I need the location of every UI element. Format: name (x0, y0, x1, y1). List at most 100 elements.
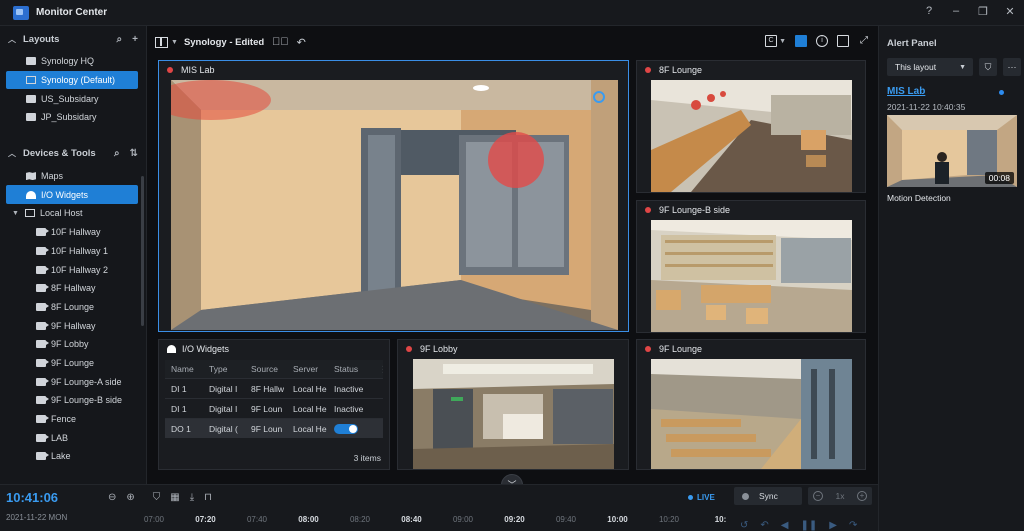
sidebar-item-camera[interactable]: LAB (0, 428, 146, 447)
chevron-down-icon[interactable]: ▼ (779, 38, 786, 45)
add-icon[interactable]: + (132, 34, 138, 45)
camera-tile-8f-lounge[interactable]: 8F Lounge (636, 60, 866, 193)
column-header[interactable]: Status (328, 364, 373, 374)
sidebar-item-label: JP_Subsidary (41, 112, 97, 123)
sidebar-item-tool[interactable]: I/O Widgets (6, 185, 138, 205)
search-icon[interactable]: ⌕ (114, 148, 120, 159)
speed-decrease-icon[interactable]: − (813, 491, 823, 501)
close-icon[interactable]: ✕ (1004, 5, 1016, 18)
sidebar-item-local-host[interactable]: ▼ Local Host (0, 204, 146, 223)
column-header[interactable]: Type (203, 364, 245, 374)
devices-section-header[interactable]: ︿ Devices & Tools ⌕ ⇅ (0, 141, 146, 167)
recording-dot-icon (406, 345, 412, 352)
sidebar-item-camera[interactable]: 9F Lounge-A side (0, 372, 146, 391)
sidebar-item-layout[interactable]: Synology HQ (0, 52, 146, 71)
sidebar-scrollbar[interactable] (141, 176, 144, 326)
zoom-in-icon[interactable]: ⊕ (126, 492, 134, 503)
more-vertical-icon[interactable]: ⋮ (373, 364, 383, 375)
caret-down-icon[interactable]: ▼ (12, 210, 19, 217)
bookmark-icon[interactable]: ⊓ (204, 492, 212, 503)
timeline-tick-label: 08:20 (349, 515, 371, 524)
camera-feed-8f-lounge[interactable] (651, 80, 852, 192)
previous-icon[interactable]: ↶ (760, 520, 768, 531)
help-icon[interactable]: ? (923, 5, 935, 18)
sidebar-item-label: Synology (Default) (41, 75, 116, 86)
table-row[interactable]: DI 1 Digital I 8F Hallw Local He Inactiv… (165, 378, 383, 398)
camera-feed-9f-lounge-b-side[interactable] (651, 220, 852, 332)
rewind-icon[interactable]: ↺ (740, 520, 748, 531)
chevron-up-icon[interactable]: ︿ (8, 34, 16, 45)
camera-feed-9f-lounge[interactable] (651, 359, 852, 469)
sidebar-item-camera[interactable]: 10F Hallway (0, 223, 146, 242)
sidebar-item-camera[interactable]: 9F Lobby (0, 335, 146, 354)
cell-server: Local He (293, 403, 327, 414)
pause-icon[interactable]: ❚❚ (800, 520, 817, 531)
table-row[interactable]: DI 1 Digital I 9F Loun Local He Inactive (165, 398, 383, 418)
layout-toggle-icon[interactable] (795, 35, 807, 47)
sidebar-item-camera[interactable]: 10F Hallway 2 (0, 260, 146, 279)
io-widget-table: Name Type Source Server Status ⋮ DI 1 Di… (165, 360, 383, 438)
current-date: 2021-11-22 MON (6, 513, 68, 522)
sidebar-item-layout[interactable]: Synology (Default) (6, 70, 138, 90)
minimize-icon[interactable]: – (950, 5, 962, 18)
search-icon[interactable]: ⌕ (117, 34, 123, 45)
forward-icon[interactable]: ↷ (849, 520, 857, 531)
info-icon[interactable]: i (816, 35, 828, 47)
column-header[interactable]: Server (287, 364, 328, 374)
layout-grid-icon[interactable] (155, 36, 168, 48)
restore-icon[interactable]: ❐ (977, 5, 989, 18)
camera-feed-9f-lobby[interactable] (413, 359, 614, 469)
filter-icon[interactable]: ⛉ (979, 58, 997, 76)
undo-icon[interactable]: ↶ (297, 36, 306, 49)
live-indicator[interactable]: LIVE (688, 493, 715, 502)
io-widget-tile[interactable]: I/O Widgets Name Type Source Server Stat… (158, 339, 390, 470)
camera-tile-9f-lounge[interactable]: 9F Lounge (636, 339, 866, 470)
more-options-icon[interactable]: ··· (1003, 58, 1021, 76)
sidebar-item-camera[interactable]: 9F Hallway (0, 316, 146, 335)
sidebar-item-layout[interactable]: JP_Subsidary (0, 108, 146, 127)
camera-tile-9f-lobby[interactable]: 9F Lobby (397, 339, 629, 470)
sidebar-item-camera[interactable]: 10F Hallway 1 (0, 242, 146, 261)
chevron-down-icon[interactable]: ▼ (171, 39, 178, 46)
sidebar-item-tool[interactable]: Maps (0, 167, 146, 186)
step-forward-icon[interactable]: ▶ (829, 520, 837, 531)
timeline-ticks[interactable]: 07:00 07:20 07:40 08:00 08:20 08:40 09:00 09:20… (140, 515, 726, 529)
sidebar-item-layout[interactable]: US_Subsidary (0, 89, 146, 108)
camera-icon (36, 284, 49, 293)
layouts-section-header[interactable]: ︿ Layouts ⌕ + (0, 26, 146, 52)
column-header[interactable]: Name (165, 364, 203, 374)
alert-filter-select[interactable]: This layout ▼ (887, 58, 973, 76)
camera-feed-mis-lab[interactable] (171, 80, 618, 330)
column-header[interactable]: Source (245, 364, 287, 374)
sidebar-item-camera[interactable]: Fence (0, 410, 146, 429)
sort-icon[interactable]: ⇅ (130, 148, 138, 159)
chevron-up-icon[interactable]: ︿ (8, 148, 16, 159)
output-toggle[interactable] (334, 423, 358, 434)
step-back-icon[interactable]: ◀ (781, 520, 789, 531)
camera-tile-mis-lab[interactable]: MIS Lab (158, 60, 629, 332)
sync-button[interactable]: Sync (734, 487, 802, 505)
sidebar-item-camera[interactable]: 9F Lounge-B side (0, 391, 146, 410)
sidebar-item-camera[interactable]: Lake (0, 447, 146, 466)
sidebar-item-label: 10F Hallway 1 (51, 245, 109, 256)
camera-icon (36, 228, 49, 237)
zoom-out-icon[interactable]: ⊖ (108, 492, 116, 503)
sidebar-item-camera[interactable]: 8F Hallway (0, 279, 146, 298)
save-check-icon[interactable]: ✓⃝ (272, 36, 289, 48)
timeline-tick-label: 07:20 (195, 515, 216, 524)
alert-event-title[interactable]: MIS Lab (887, 86, 925, 97)
alert-event-thumbnail[interactable]: 00:08 (887, 115, 1017, 187)
table-row[interactable]: DO 1 Digital ( 9F Loun Local He (165, 418, 383, 438)
speed-increase-icon[interactable]: + (856, 491, 867, 501)
camera-tile-9f-lounge-b-side[interactable]: 9F Lounge-B side (636, 200, 866, 333)
download-icon[interactable]: ⤓ (190, 492, 194, 503)
sidebar-item-camera[interactable]: 9F Lounge (0, 354, 146, 373)
cell-status: Inactive (334, 383, 364, 394)
calendar-icon[interactable]: ▦ (170, 492, 179, 503)
window-icon[interactable] (837, 35, 849, 47)
filter-icon[interactable]: ⛉ (153, 492, 161, 503)
sidebar-item-camera[interactable]: 8F Lounge (0, 298, 146, 317)
camera-icon (36, 246, 49, 255)
screen-mode-icon[interactable]: C (765, 35, 778, 47)
fullscreen-icon[interactable]: ⤢ (858, 35, 870, 47)
